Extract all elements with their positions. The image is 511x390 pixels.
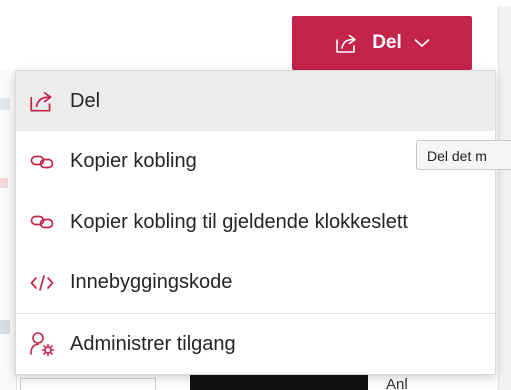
background-fragment (0, 178, 8, 188)
menu-item-embed-code[interactable]: Innebyggingskode (16, 252, 495, 313)
menu-item-label: Kopier kobling (70, 150, 197, 172)
background-panel-right (498, 6, 511, 390)
tooltip: Del det m (416, 140, 511, 170)
menu-item-label: Del (70, 89, 101, 112)
menu-item-label: Kopier kobling til gjeldende klokkeslett (70, 210, 408, 233)
share-button[interactable]: Del (292, 16, 472, 70)
menu-item-share[interactable]: Del (16, 71, 495, 131)
background-fragment (0, 320, 10, 334)
share-menu: Del Kopier kobling Kopier kobling til gj… (15, 70, 496, 375)
link-icon (28, 208, 56, 236)
share-arrow-icon (336, 34, 357, 53)
menu-item-label: Administrer tilgang (70, 332, 236, 355)
page: Anl Del Del Kopier kobling Kopier koblin… (0, 0, 511, 390)
background-box (20, 378, 156, 390)
menu-item-manage-access[interactable]: Administrer tilgang (16, 314, 495, 374)
background-text: Anl (386, 376, 408, 390)
menu-item-label: Innebyggingskode (70, 271, 233, 293)
share-arrow-icon (28, 87, 56, 115)
manage-access-icon (28, 330, 56, 358)
share-button-label: Del (372, 32, 402, 53)
code-icon (28, 269, 56, 297)
background-fragment (0, 98, 10, 110)
menu-item-copy-link-at-time[interactable]: Kopier kobling til gjeldende klokkeslett (16, 192, 495, 252)
chevron-down-icon[interactable] (414, 38, 430, 48)
link-icon (28, 148, 56, 176)
